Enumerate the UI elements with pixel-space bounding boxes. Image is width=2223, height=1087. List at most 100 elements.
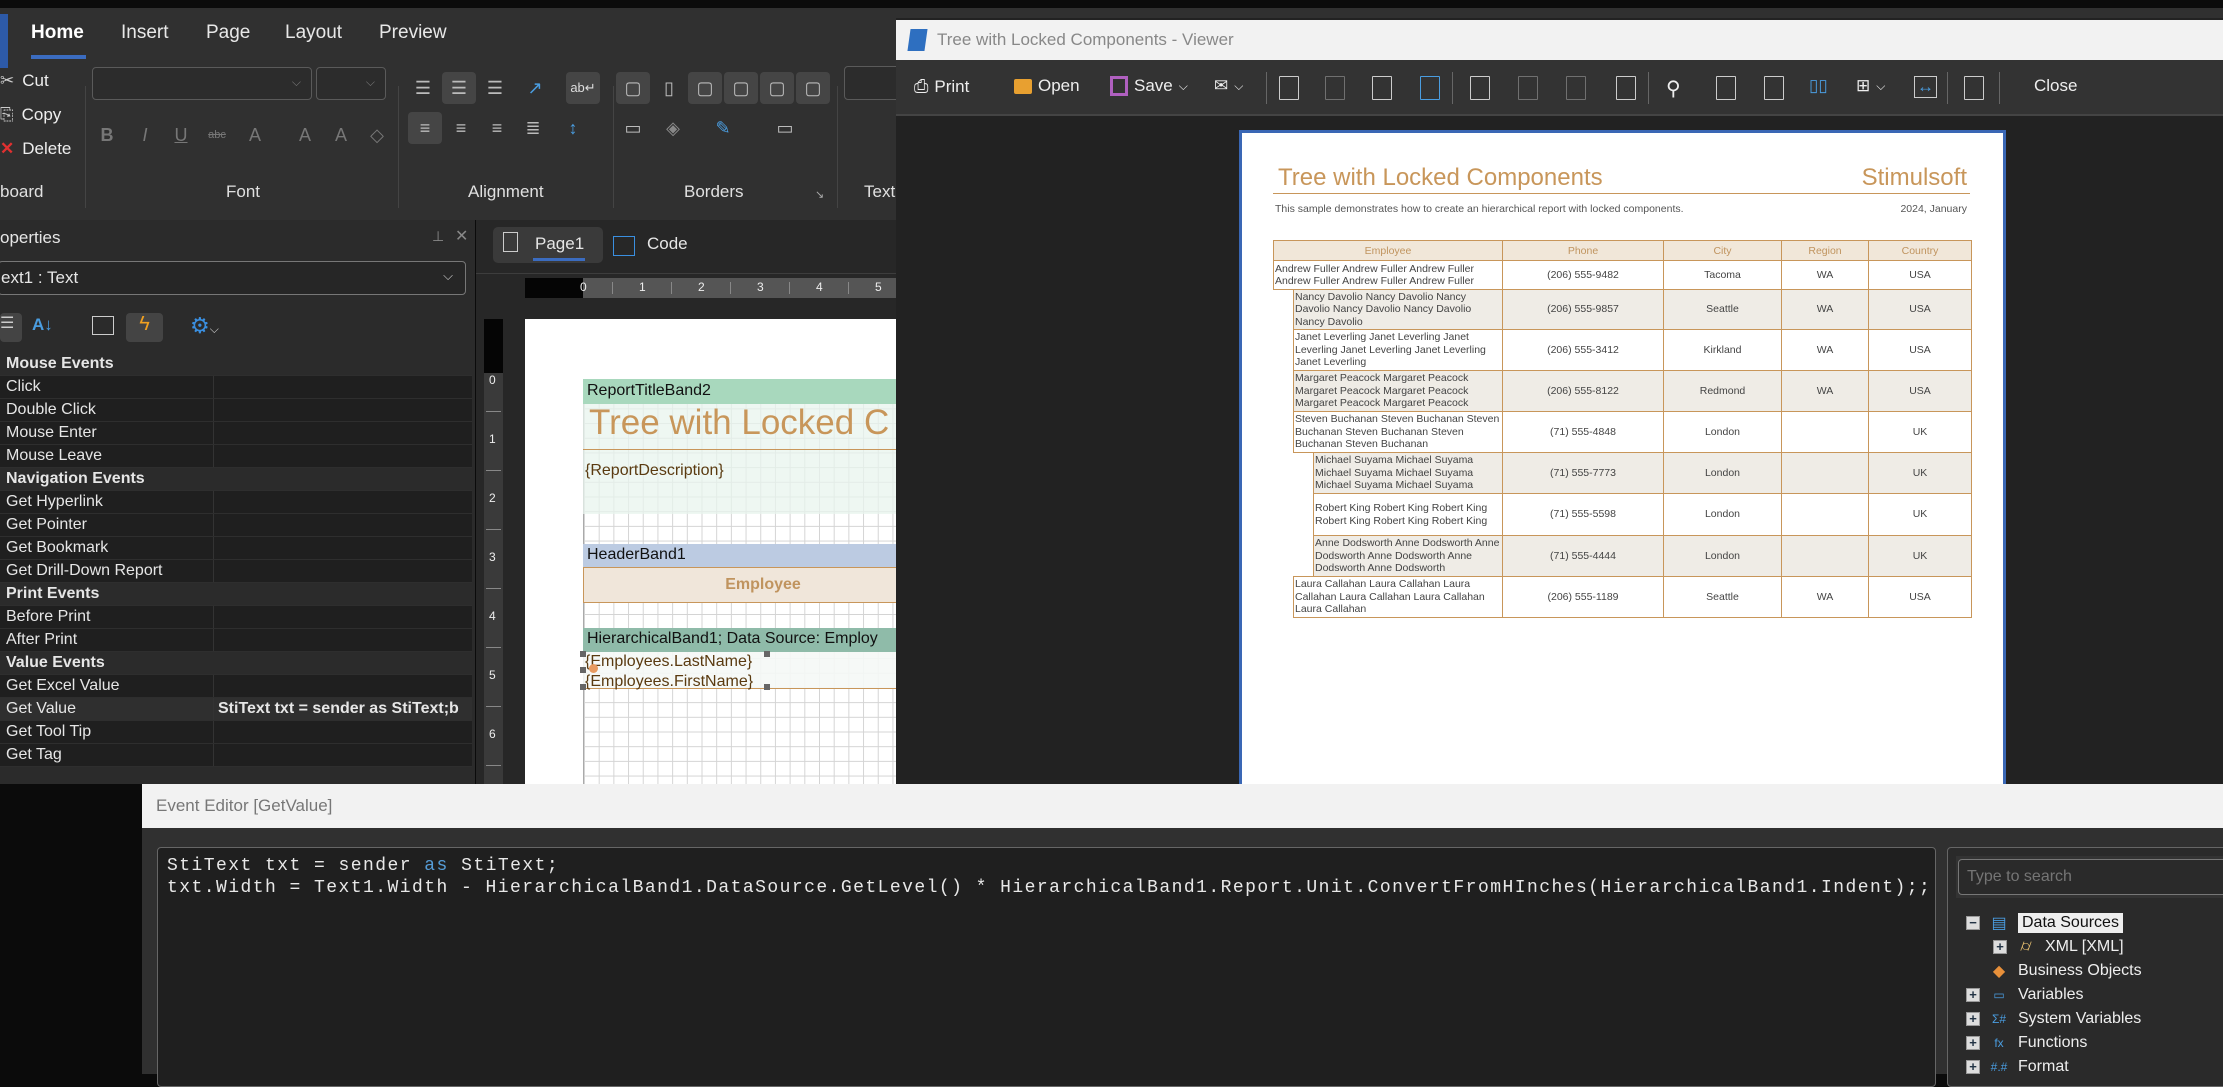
open-button[interactable]: Open (1014, 76, 1080, 96)
justify-icon[interactable]: ≣ (516, 112, 550, 144)
event-row[interactable]: Before Print (0, 606, 472, 629)
font-family-select[interactable]: ⌵ (92, 67, 312, 100)
print-button[interactable]: ⎙ Print (914, 76, 969, 97)
send-email-button[interactable]: ✉ ⌵ (1214, 76, 1243, 96)
left-border-icon[interactable]: ▢ (724, 72, 758, 104)
close-button[interactable]: Close (2034, 76, 2077, 96)
event-value[interactable]: StiText txt = sender as StiText;b (213, 698, 472, 720)
resize-handle[interactable] (764, 651, 770, 657)
event-row[interactable]: Mouse Enter (0, 422, 472, 445)
tab-page[interactable]: Page (206, 22, 250, 44)
tree-node[interactable]: + ▭ Variables (1966, 984, 2084, 1006)
full-screen-button[interactable] (1716, 76, 1736, 100)
event-row[interactable]: Get Tool Tip (0, 721, 472, 744)
delete-page-button[interactable] (1325, 76, 1345, 100)
design-description-text[interactable]: {ReportDescription} (585, 462, 724, 480)
strikethrough-button[interactable]: abc (200, 119, 234, 151)
event-value[interactable] (213, 491, 472, 513)
multiple-pages-button[interactable]: ⊞ ⌵ (1856, 76, 1885, 96)
page-width-button[interactable]: ↔ (1914, 76, 1937, 98)
categorized-view-icon[interactable]: ☰ (0, 313, 22, 342)
tab-insert[interactable]: Insert (121, 22, 169, 44)
report-title-band-header[interactable]: ReportTitleBand2 (583, 379, 896, 404)
tree-node[interactable]: − ▤ Data Sources (1966, 912, 2123, 934)
event-row[interactable]: Get Excel Value (0, 675, 472, 698)
resize-handle[interactable] (764, 684, 770, 690)
event-row[interactable]: Click (0, 376, 472, 399)
event-value[interactable] (213, 675, 472, 697)
tab-preview[interactable]: Preview (379, 22, 447, 44)
italic-button[interactable]: I (128, 119, 162, 151)
event-value[interactable] (213, 422, 472, 444)
font-size-select[interactable]: ⌵ (316, 67, 386, 100)
border-style-icon[interactable]: ▭ (757, 112, 813, 144)
code-icon[interactable] (613, 236, 635, 256)
delete-button[interactable]: ✕ Delete (0, 139, 71, 159)
page-setup-button[interactable] (1420, 76, 1440, 100)
event-value[interactable] (213, 376, 472, 398)
event-value[interactable] (213, 560, 472, 582)
expand-toggle-icon[interactable]: − (1966, 916, 1980, 930)
no-border-icon[interactable]: ▯ (652, 72, 686, 104)
word-wrap-icon[interactable]: ab↵ (566, 72, 600, 104)
resize-handle[interactable] (580, 684, 586, 690)
design-title-text[interactable]: Tree with Locked C (589, 403, 889, 443)
event-value[interactable] (213, 744, 472, 766)
tab-layout[interactable]: Layout (285, 22, 342, 44)
expand-toggle-icon[interactable]: + (1966, 988, 1980, 1002)
new-page-button[interactable] (1279, 76, 1299, 100)
event-row[interactable]: Get Tag (0, 744, 472, 767)
tree-node[interactable]: + #.# Format (1966, 1056, 2069, 1078)
tab-home[interactable]: Home (31, 22, 84, 44)
edit-page-button[interactable] (1372, 76, 1392, 100)
header-band-header[interactable]: HeaderBand1 (583, 544, 896, 567)
expand-toggle-icon[interactable]: + (1966, 1012, 1980, 1026)
eraser-icon[interactable]: ◇ (360, 119, 394, 151)
text-angle-icon[interactable]: ↗ (518, 72, 552, 104)
event-row[interactable]: After Print (0, 629, 472, 652)
thumbnails-button[interactable] (1566, 76, 1586, 100)
close-icon[interactable]: ✕ (455, 226, 468, 246)
two-pages-button[interactable]: ▯▯ (1809, 76, 1828, 96)
expand-toggle-icon[interactable]: + (1966, 1036, 1980, 1050)
right-border-icon[interactable]: ▢ (796, 72, 830, 104)
bottom-border-icon[interactable]: ▢ (760, 72, 794, 104)
line-spacing-icon[interactable]: ↕ (556, 112, 590, 144)
align-top-icon[interactable]: ☰ (406, 72, 440, 104)
editor-panel-button[interactable] (1616, 76, 1636, 100)
component-select[interactable]: ext1 : Text ⌵ (0, 261, 466, 295)
event-value[interactable] (213, 721, 472, 743)
settings-gear-icon[interactable]: ⚙⌵ (190, 313, 219, 339)
tree-node[interactable]: + Σ# System Variables (1966, 1008, 2141, 1030)
tree-node[interactable]: + ⌭ XML [XML] (1993, 936, 2124, 958)
all-borders-icon[interactable]: ▢ (616, 72, 650, 104)
align-left-icon[interactable]: ≡ (408, 112, 442, 144)
parameters-button[interactable] (1518, 76, 1538, 100)
cut-button[interactable]: ✂ Cut (0, 71, 49, 91)
bookmarks-button[interactable] (1470, 76, 1490, 100)
event-row[interactable]: Get Pointer (0, 514, 472, 537)
event-value[interactable] (213, 537, 472, 559)
event-value[interactable] (213, 399, 472, 421)
event-row[interactable]: Get Bookmark (0, 537, 472, 560)
tree-node[interactable]: ◆ Business Objects (1966, 960, 2142, 982)
dialog-launcher-icon[interactable]: ↘ (815, 188, 824, 201)
events-lightning-icon[interactable]: ϟ (126, 313, 163, 342)
bold-button[interactable]: B (90, 119, 124, 151)
app-menu-button[interactable] (0, 14, 8, 68)
code-editor[interactable]: StiText txt = sender as StiText; txt.Widt… (157, 847, 1936, 1087)
align-bottom-icon[interactable]: ☰ (478, 72, 512, 104)
align-middle-icon[interactable]: ☰ (442, 72, 476, 104)
text1-component[interactable]: {Employees.LastName} {Employees.FirstNam… (585, 652, 753, 692)
tab-code[interactable]: Code (647, 234, 688, 254)
properties-list-icon[interactable] (92, 316, 114, 335)
expand-toggle-icon[interactable]: + (1993, 940, 2007, 954)
event-value[interactable] (213, 514, 472, 536)
shadow-icon[interactable]: ▭ (616, 112, 650, 144)
border-color-icon[interactable]: ✎ (706, 112, 740, 144)
event-value[interactable] (213, 606, 472, 628)
sort-alpha-icon[interactable]: A↓ (32, 315, 53, 335)
font-color-button[interactable]: A (238, 119, 272, 151)
resize-handle[interactable] (580, 651, 586, 657)
event-row[interactable]: Get Value StiText txt = sender as StiText… (0, 698, 472, 721)
